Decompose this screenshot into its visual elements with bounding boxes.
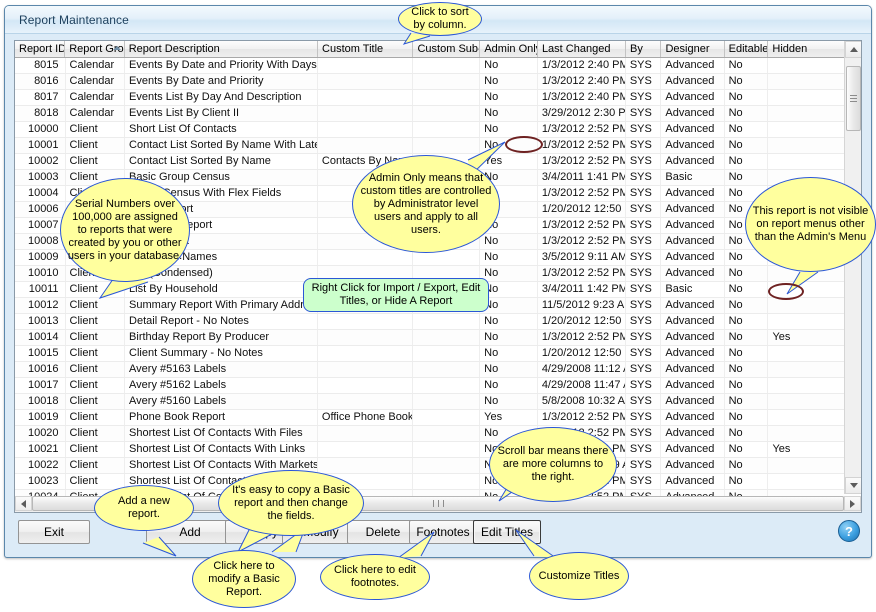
callout-admin-only-text: Admin Only means that custom titles are …: [359, 172, 493, 237]
callout-serial-numbers: Serial Numbers over 100,000 are assigned…: [60, 178, 190, 282]
callout-customize-titles-text: Customize Titles: [539, 570, 620, 583]
callout-edit-footnotes: Click here to edit footnotes.: [320, 554, 430, 600]
callout-edit-footnotes-text: Click here to edit footnotes.: [327, 564, 423, 590]
callout-right-click: Right Click for Import / Export, Edit Ti…: [303, 278, 489, 312]
callout-modify-basic: Click here to modify a Basic Report.: [192, 550, 296, 608]
hidden-yes-highlight-ring: [768, 283, 804, 300]
callout-sort: Click to sort by column.: [398, 2, 482, 36]
callout-hidden-report: This report is not visible on report men…: [745, 177, 876, 272]
callout-scrollbar-text: Scroll bar means there are more columns …: [496, 445, 610, 484]
callout-serial-numbers-text: Serial Numbers over 100,000 are assigned…: [67, 198, 183, 263]
callout-copy-basic-text: It's easy to copy a Basic report and the…: [225, 484, 357, 523]
callout-scrollbar: Scroll bar means there are more columns …: [489, 427, 617, 502]
callout-customize-titles: Customize Titles: [529, 552, 629, 600]
callout-admin-only: Admin Only means that custom titles are …: [352, 155, 500, 253]
callout-modify-basic-text: Click here to modify a Basic Report.: [199, 560, 289, 599]
callout-right-click-text: Right Click for Import / Export, Edit Ti…: [310, 282, 482, 308]
callout-copy-basic: It's easy to copy a Basic report and the…: [218, 470, 364, 536]
callout-add-new-report: Add a new report.: [94, 485, 194, 531]
admin-only-highlight-ring: [505, 136, 543, 153]
screenshot-root: Report Maintenance Report IDReport GrouR…: [0, 0, 876, 612]
callout-sort-text: Click to sort by column.: [405, 6, 475, 32]
callout-hidden-report-text: This report is not visible on report men…: [752, 205, 869, 244]
callout-add-new-report-text: Add a new report.: [101, 495, 187, 521]
